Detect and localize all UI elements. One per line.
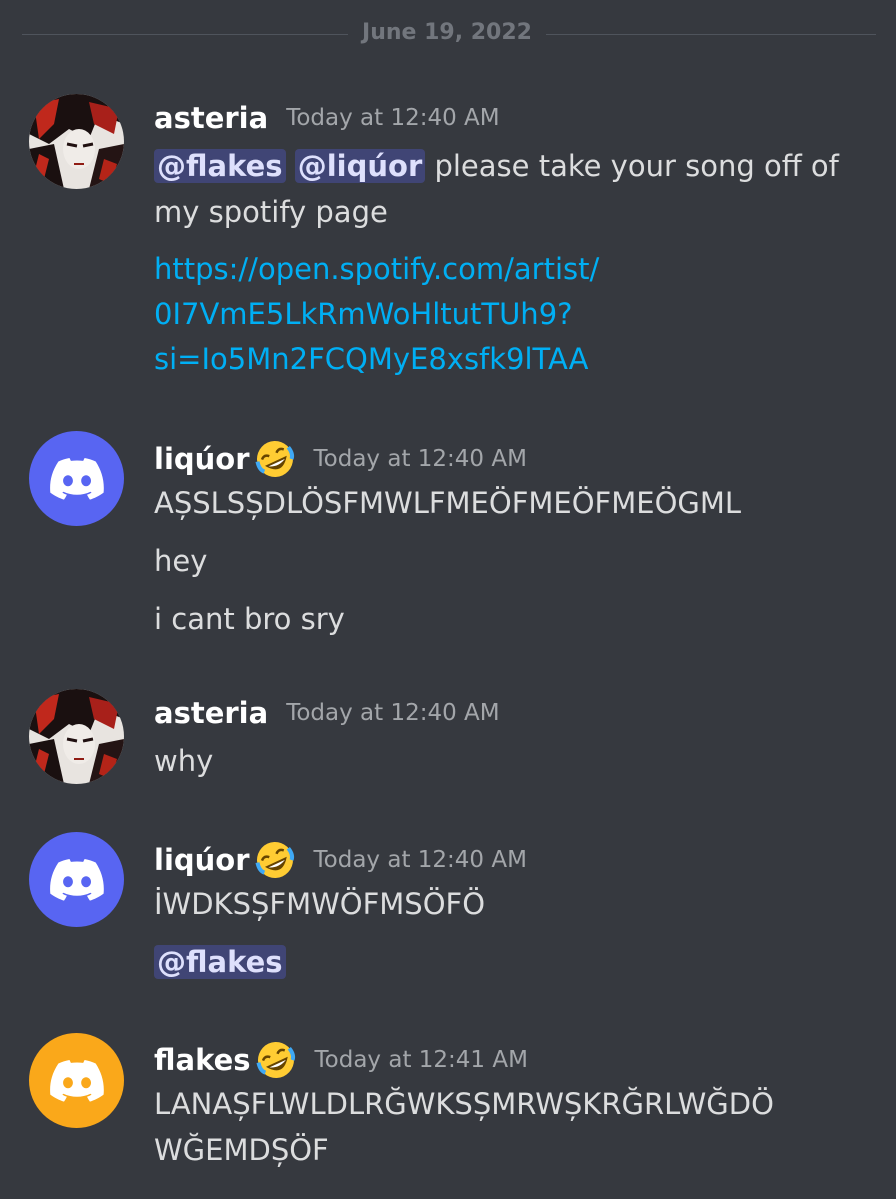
message-header: liqúor Today at 12:40 AM (154, 438, 527, 478)
user-mention[interactable]: @flakes (154, 149, 286, 183)
message-text: AȘSLSȘDLÖSFMWLFMEÖFMEÖFMEÖGML (154, 486, 742, 520)
spotify-link[interactable]: https://open.spotify.com/artist/ (154, 246, 874, 292)
username[interactable]: liqúor (154, 843, 250, 877)
timestamp[interactable]: Today at 12:40 AM (286, 700, 499, 726)
discord-logo-icon (49, 858, 104, 901)
message-text: why (154, 744, 214, 778)
rolling-on-floor-laughing-icon (256, 1042, 295, 1078)
message-header: asteria Today at 12:40 AM (154, 101, 500, 141)
divider-date: June 19, 2022 (362, 20, 532, 45)
user-mention[interactable]: @flakes (154, 945, 286, 979)
avatar[interactable] (29, 1033, 124, 1128)
rolling-on-floor-laughing-icon (255, 441, 294, 477)
chat-area: June 19, 2022 asteria Today at 12:40 AM (0, 0, 896, 1199)
message-text: hey (154, 544, 208, 578)
username[interactable]: asteria (154, 101, 268, 135)
message-header: asteria Today at 12:40 AM (154, 696, 500, 736)
message-text: LANAȘFLWLDLRĞWKSȘMRWȘKRĞRLWĞDÖ (154, 1087, 774, 1121)
avatar[interactable] (29, 832, 124, 927)
message-text: @flakes @liqúor please take your song of… (154, 143, 874, 189)
avatar[interactable] (29, 689, 124, 784)
message-text: i cant bro sry (154, 602, 345, 636)
timestamp[interactable]: Today at 12:40 AM (286, 105, 499, 131)
divider-line-right (546, 34, 876, 35)
spotify-link[interactable]: 0I7VmE5LkRmWoHltutTUh9? (154, 291, 874, 337)
discord-logo-icon (49, 1059, 104, 1102)
anime-art-avatar-icon (29, 689, 124, 784)
message-text: WĞEMDȘÖF (154, 1133, 329, 1167)
discord-logo-icon (49, 457, 104, 500)
date-divider: June 19, 2022 (0, 18, 896, 52)
divider-line-left (22, 34, 348, 35)
timestamp[interactable]: Today at 12:41 AM (315, 1047, 528, 1073)
username[interactable]: flakes (154, 1043, 251, 1077)
message-header: flakes Today at 12:41 AM (154, 1039, 528, 1079)
user-mention[interactable]: @liqúor (294, 149, 426, 183)
message-header: liqúor Today at 12:40 AM (154, 839, 527, 879)
anime-art-avatar-icon (29, 94, 124, 189)
username[interactable]: asteria (154, 696, 268, 730)
avatar[interactable] (29, 94, 124, 189)
message-text: my spotify page (154, 195, 388, 229)
message-text: @flakes (154, 939, 874, 985)
message-text: İWDKSȘFMWÖFMSÖFÖ (154, 887, 486, 921)
message-text-content: please take your song off of (434, 149, 839, 183)
spotify-link[interactable]: si=Io5Mn2FCQMyE8xsfk9lTAA (154, 336, 874, 382)
avatar[interactable] (29, 431, 124, 526)
rolling-on-floor-laughing-icon (255, 842, 294, 878)
timestamp[interactable]: Today at 12:40 AM (314, 847, 527, 873)
timestamp[interactable]: Today at 12:40 AM (314, 446, 527, 472)
username[interactable]: liqúor (154, 442, 250, 476)
